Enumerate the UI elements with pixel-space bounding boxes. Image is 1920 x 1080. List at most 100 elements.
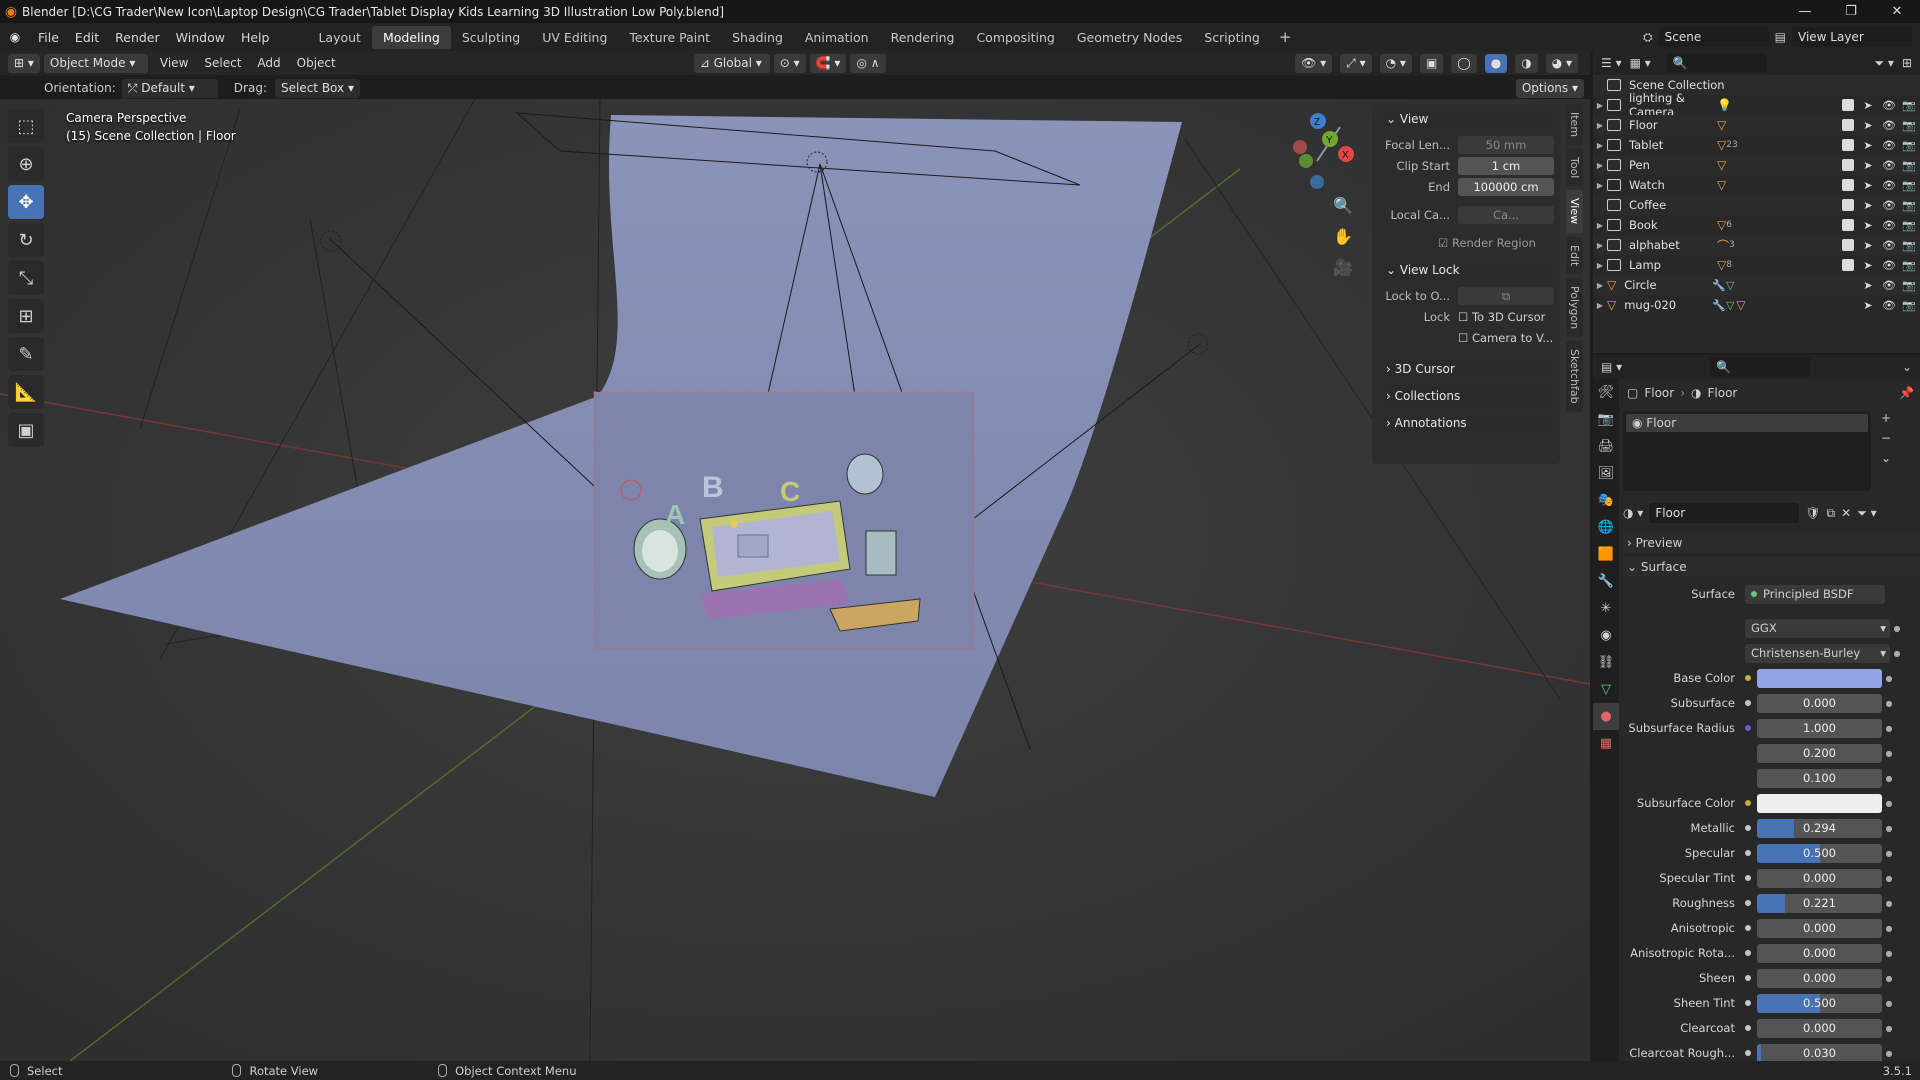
render-region-checkbox[interactable]: ☑ xyxy=(1438,236,1452,250)
output-tab-icon[interactable]: 🖨 xyxy=(1593,433,1619,460)
proportional-edit-icon[interactable]: ◎ ∧ xyxy=(850,53,886,73)
object-menu[interactable]: Object xyxy=(289,56,344,70)
blender-menu-icon[interactable]: ◉ xyxy=(0,30,30,44)
tab-view[interactable]: View xyxy=(1566,190,1583,233)
camera-to-view-checkbox[interactable]: ☐ xyxy=(1458,331,1472,345)
property-slider[interactable]: 0.100 xyxy=(1757,768,1882,788)
view-layer-selector[interactable]: View Layer xyxy=(1792,27,1912,47)
tab-geometry-nodes[interactable]: Geometry Nodes xyxy=(1066,26,1193,49)
material-filter-icon[interactable]: ⏷ ▾ xyxy=(1857,506,1876,521)
property-slider[interactable]: 0.500 xyxy=(1757,993,1882,1013)
animate-dot-icon[interactable]: ● xyxy=(1882,899,1896,908)
duplicate-material-icon[interactable]: ⧉ xyxy=(1827,506,1836,521)
zoom-icon[interactable]: 🔍 xyxy=(1333,196,1353,215)
constraints-tab-icon[interactable]: ⛓ xyxy=(1593,649,1619,676)
outliner-row-book[interactable]: ▶ Book ▽ 6 ➤ 👁 📷 xyxy=(1593,215,1920,235)
surface-section-header[interactable]: ⌄ Surface xyxy=(1623,557,1920,577)
tab-item[interactable]: Item xyxy=(1566,104,1583,146)
to-3d-cursor-checkbox[interactable]: ☐ xyxy=(1458,310,1472,324)
tab-sketchfab[interactable]: Sketchfab xyxy=(1566,341,1583,412)
scene-icon[interactable]: ⛭ xyxy=(1643,30,1653,45)
world-tab-icon[interactable]: 🌐 xyxy=(1593,514,1619,541)
tab-edit[interactable]: Edit xyxy=(1566,236,1583,274)
tab-rendering[interactable]: Rendering xyxy=(880,26,966,49)
property-slider[interactable]: 0.294 xyxy=(1757,818,1882,838)
tab-compositing[interactable]: Compositing xyxy=(965,26,1065,49)
view-layer-icon[interactable]: ▤ xyxy=(1775,30,1786,44)
particles-tab-icon[interactable]: ✳ xyxy=(1593,595,1619,622)
unlink-material-icon[interactable]: ✕ xyxy=(1841,506,1851,520)
tab-uv-editing[interactable]: UV Editing xyxy=(531,26,618,49)
add-workspace-button[interactable]: + xyxy=(1271,28,1300,46)
visibility-icon[interactable]: 👁 ▾ xyxy=(1295,53,1333,73)
tab-animation[interactable]: Animation xyxy=(794,26,880,49)
view-lock-header[interactable]: ⌄ View Lock xyxy=(1378,259,1554,281)
animate-dot-icon[interactable]: ● xyxy=(1882,699,1896,708)
menu-help[interactable]: Help xyxy=(233,30,278,45)
outliner-row-pen[interactable]: ▶ Pen ▽ ➤ 👁 📷 xyxy=(1593,155,1920,175)
close-button[interactable]: ✕ xyxy=(1874,4,1920,19)
material-slot-list[interactable]: ◉ Floor xyxy=(1623,411,1871,491)
transform-orientation-selector[interactable]: ⊿ Global ▾ xyxy=(693,53,770,73)
property-slider[interactable]: 0.000 xyxy=(1757,943,1882,963)
tool-tab-icon[interactable]: 🛠 xyxy=(1593,379,1619,406)
add-menu[interactable]: Add xyxy=(249,56,288,70)
view-section-header[interactable]: ⌄ View xyxy=(1378,108,1554,130)
property-slider[interactable]: 0.221 xyxy=(1757,893,1882,913)
new-collection-icon[interactable]: ⊞ xyxy=(1902,56,1912,70)
options-button[interactable]: Options ▾ xyxy=(1515,78,1584,98)
outliner-row-floor[interactable]: ▶ Floor ▽ ➤ 👁 📷 xyxy=(1593,115,1920,135)
move-tool-icon[interactable]: ✥ xyxy=(8,185,44,219)
outliner-row-tablet[interactable]: ▶ Tablet ▽ 23 ➤ 👁 📷 xyxy=(1593,135,1920,155)
local-camera-field[interactable]: Ca... xyxy=(1458,206,1554,224)
property-slider[interactable]: 0.000 xyxy=(1757,693,1882,713)
property-slider[interactable]: 0.500 xyxy=(1757,843,1882,863)
xray-icon[interactable]: ▣ xyxy=(1419,53,1444,73)
pivot-icon[interactable]: ⊙ ▾ xyxy=(773,53,806,73)
menu-window[interactable]: Window xyxy=(168,30,233,45)
material-name-field[interactable]: Floor xyxy=(1649,503,1800,523)
tab-scripting[interactable]: Scripting xyxy=(1193,26,1271,49)
outliner-row-watch[interactable]: ▶ Watch ▽ ➤ 👁 📷 xyxy=(1593,175,1920,195)
shading-material-icon[interactable]: ◑ xyxy=(1515,53,1538,73)
tab-modeling[interactable]: Modeling xyxy=(371,25,451,49)
outliner-search-input[interactable]: 🔍 xyxy=(1666,53,1767,73)
data-tab-icon[interactable]: ▽ xyxy=(1593,676,1619,703)
add-cube-tool-icon[interactable]: ▣ xyxy=(8,413,44,447)
view-menu[interactable]: View xyxy=(152,56,196,70)
material-tab-icon[interactable]: ● xyxy=(1593,703,1619,730)
material-slot-item[interactable]: ◉ Floor xyxy=(1626,414,1868,432)
base-color-swatch[interactable] xyxy=(1757,668,1882,688)
modifier-tab-icon[interactable]: 🔧 xyxy=(1593,568,1619,595)
animate-dot-icon[interactable]: ● xyxy=(1882,949,1896,958)
preview-section-header[interactable]: › Preview xyxy=(1623,533,1920,553)
overlay-toggle-icon[interactable]: ◔ ▾ xyxy=(1379,53,1412,73)
filter-icon[interactable]: ⏷ ▾ xyxy=(1874,56,1893,71)
shading-rendered-icon[interactable]: ◕ ▾ xyxy=(1545,53,1578,73)
filter-type-icon[interactable]: ▦ ▾ xyxy=(1630,56,1651,70)
measure-tool-icon[interactable]: 📐 xyxy=(8,375,44,409)
rotate-tool-icon[interactable]: ↻ xyxy=(8,223,44,257)
snap-icon[interactable]: 🧲 ▾ xyxy=(809,53,847,73)
tab-texture-paint[interactable]: Texture Paint xyxy=(618,26,721,49)
3d-cursor-header[interactable]: › 3D Cursor xyxy=(1378,358,1554,380)
tab-layout[interactable]: Layout xyxy=(307,26,372,49)
object-tab-icon[interactable]: 🟧 xyxy=(1593,541,1619,568)
property-slider[interactable]: 0.000 xyxy=(1757,1018,1882,1038)
animate-dot-icon[interactable]: ● xyxy=(1882,1049,1896,1058)
animate-dot-icon[interactable]: ● xyxy=(1882,824,1896,833)
distribution-dropdown[interactable]: GGX ▾ xyxy=(1745,618,1890,638)
orientation-selector[interactable]: ⤱ Default ▾ xyxy=(121,78,218,98)
display-mode-icon[interactable]: ☰ ▾ xyxy=(1601,56,1622,70)
mode-selector[interactable]: Object Mode ▾ xyxy=(43,53,148,73)
outliner-row-mug[interactable]: ▶ ▽ mug-020 🔧 ▽ ▽ ➤ 👁 📷 xyxy=(1593,295,1920,315)
add-slot-button[interactable]: + xyxy=(1881,411,1891,425)
animate-dot-icon[interactable]: ● xyxy=(1882,924,1896,933)
scene-tab-icon[interactable]: 🎭 xyxy=(1593,487,1619,514)
outliner-row-alphabet[interactable]: ▶ alphabet ⌒ 3 ➤ 👁 📷 xyxy=(1593,235,1920,255)
texture-tab-icon[interactable]: ▦ xyxy=(1593,730,1619,757)
editor-type-button[interactable]: ⊞ ▾ xyxy=(8,53,40,73)
remove-slot-button[interactable]: − xyxy=(1881,431,1891,445)
focal-length-field[interactable]: 50 mm xyxy=(1458,136,1554,154)
tab-tool[interactable]: Tool xyxy=(1566,149,1583,187)
